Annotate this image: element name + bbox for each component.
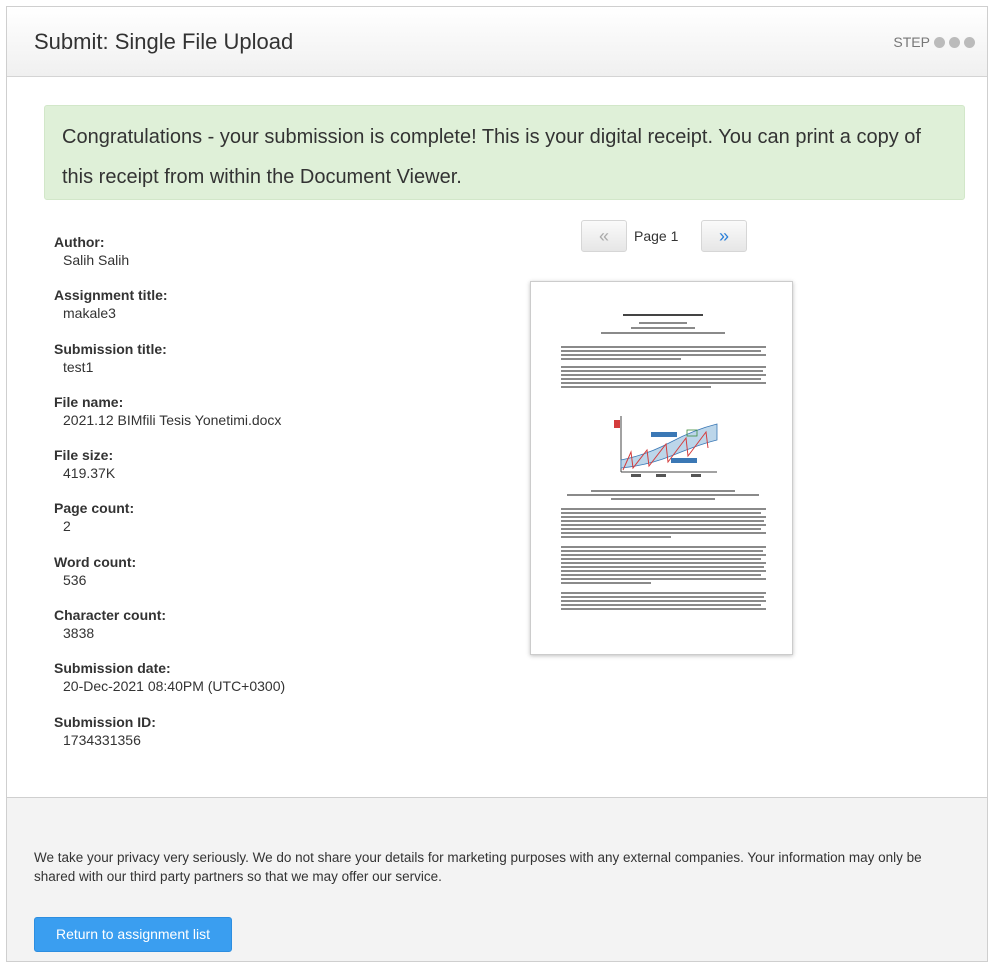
field-label: Assignment title:: [54, 287, 168, 304]
doc-text-line: [561, 536, 671, 538]
field-value: 20-Dec-2021 08:40PM (UTC+0300): [63, 678, 286, 695]
field-label: Word count:: [54, 553, 137, 570]
doc-text-line: [561, 386, 711, 388]
receipt-field-assignment-title: Assignment title: makale3: [54, 287, 474, 340]
doc-text-line: [561, 516, 766, 518]
doc-email-bar: [631, 327, 695, 329]
doc-text-line: [561, 582, 651, 584]
submission-receipt-panel: Submit: Single File Upload STEP Congratu…: [6, 6, 988, 962]
doc-text-line: [561, 378, 761, 380]
doc-text-line: [561, 354, 766, 356]
receipt-field-character-count: Character count: 3838: [54, 607, 474, 660]
return-to-assignment-list-button[interactable]: Return to assignment list: [34, 917, 232, 952]
field-label: File name:: [54, 393, 124, 410]
next-page-button[interactable]: »: [701, 220, 747, 252]
page-navigation: « Page 1 »: [581, 220, 751, 254]
doc-text-line: [561, 608, 766, 610]
field-label: Submission title:: [54, 340, 167, 357]
doc-title-bar: [623, 314, 703, 316]
previous-page-button[interactable]: «: [581, 220, 627, 252]
step-dot-2-icon: [949, 36, 960, 48]
receipt-field-submission-title: Submission title: test1: [54, 341, 474, 394]
field-label: Page count:: [54, 500, 135, 517]
doc-affiliation-bar: [601, 332, 725, 334]
doc-figure: [614, 416, 718, 477]
doc-text-line: [561, 554, 766, 556]
doc-caption-line: [567, 494, 759, 496]
field-value: 419.37K: [63, 465, 116, 482]
doc-text-line: [561, 370, 763, 372]
doc-text-line: [561, 382, 766, 384]
panel-footer: We take your privacy very seriously. We …: [7, 797, 987, 961]
field-label: Submission ID:: [54, 713, 156, 730]
privacy-notice: We take your privacy very seriously. We …: [34, 850, 922, 884]
page-title: Submit: Single File Upload: [34, 29, 294, 54]
receipt-field-submission-date: Submission date: 20-Dec-2021 08:40PM (UT…: [54, 660, 474, 713]
doc-text-line: [561, 604, 761, 606]
doc-text-line: [561, 532, 766, 534]
field-label: Author:: [54, 234, 105, 250]
document-page-thumbnail[interactable]: [530, 281, 793, 655]
field-value: 2021.12 BIMfili Tesis Yonetimi.docx: [63, 411, 282, 428]
doc-text-line: [561, 574, 761, 576]
field-value: 2: [63, 518, 71, 535]
step-label: STEP: [893, 34, 930, 50]
doc-text-line: [561, 374, 766, 376]
panel-header: Submit: Single File Upload STEP: [7, 7, 987, 77]
doc-text-line: [561, 578, 766, 580]
doc-text-line: [561, 550, 763, 552]
field-value: test1: [63, 358, 94, 375]
doc-caption-line: [611, 498, 715, 500]
doc-text-line: [561, 600, 766, 602]
receipt-field-page-count: Page count: 2: [54, 500, 474, 553]
success-alert: Congratulations - your submission is com…: [44, 105, 965, 200]
step-dot-1-icon: [934, 36, 945, 48]
field-label: File size:: [54, 447, 114, 464]
field-value: 536: [63, 571, 87, 588]
field-value: Salih Salih: [63, 252, 130, 268]
doc-text-line: [561, 570, 766, 572]
field-value: 1734331356: [63, 731, 141, 748]
receipt-field-file-size: File size: 419.37K: [54, 447, 474, 500]
doc-text-line: [561, 524, 766, 526]
page-indicator: Page 1: [634, 228, 679, 244]
field-label: Character count:: [54, 607, 167, 624]
field-label: Submission date:: [54, 660, 171, 677]
doc-text-line: [561, 512, 761, 514]
step-indicator: STEP: [893, 34, 975, 50]
doc-text-line: [561, 596, 764, 598]
doc-text-line: [561, 508, 766, 510]
field-value: makale3: [63, 305, 116, 322]
receipt-field-author: Author: Salih Salih: [54, 234, 474, 287]
doc-text-line: [561, 592, 766, 594]
doc-author-bar: [639, 322, 687, 324]
doc-text-line: [561, 366, 766, 368]
doc-text-line: [561, 520, 764, 522]
doc-text-line: [561, 358, 681, 360]
receipt-field-word-count: Word count: 536: [54, 554, 474, 607]
doc-caption-line: [591, 490, 735, 492]
receipt-field-file-name: File name: 2021.12 BIMfili Tesis Yonetim…: [54, 394, 474, 447]
doc-text-line: [561, 566, 764, 568]
field-value: 3838: [63, 625, 95, 642]
step-dot-3-icon: [964, 36, 975, 48]
doc-text-line: [561, 346, 766, 348]
doc-text-line: [561, 546, 766, 548]
doc-text-line: [561, 528, 761, 530]
doc-text-line: [561, 350, 761, 352]
receipt-details: Author: Salih Salih Assignment title: ma…: [54, 234, 474, 767]
doc-text-line: [561, 562, 766, 564]
doc-text-line: [561, 558, 761, 560]
receipt-field-submission-id: Submission ID: 1734331356: [54, 714, 474, 767]
